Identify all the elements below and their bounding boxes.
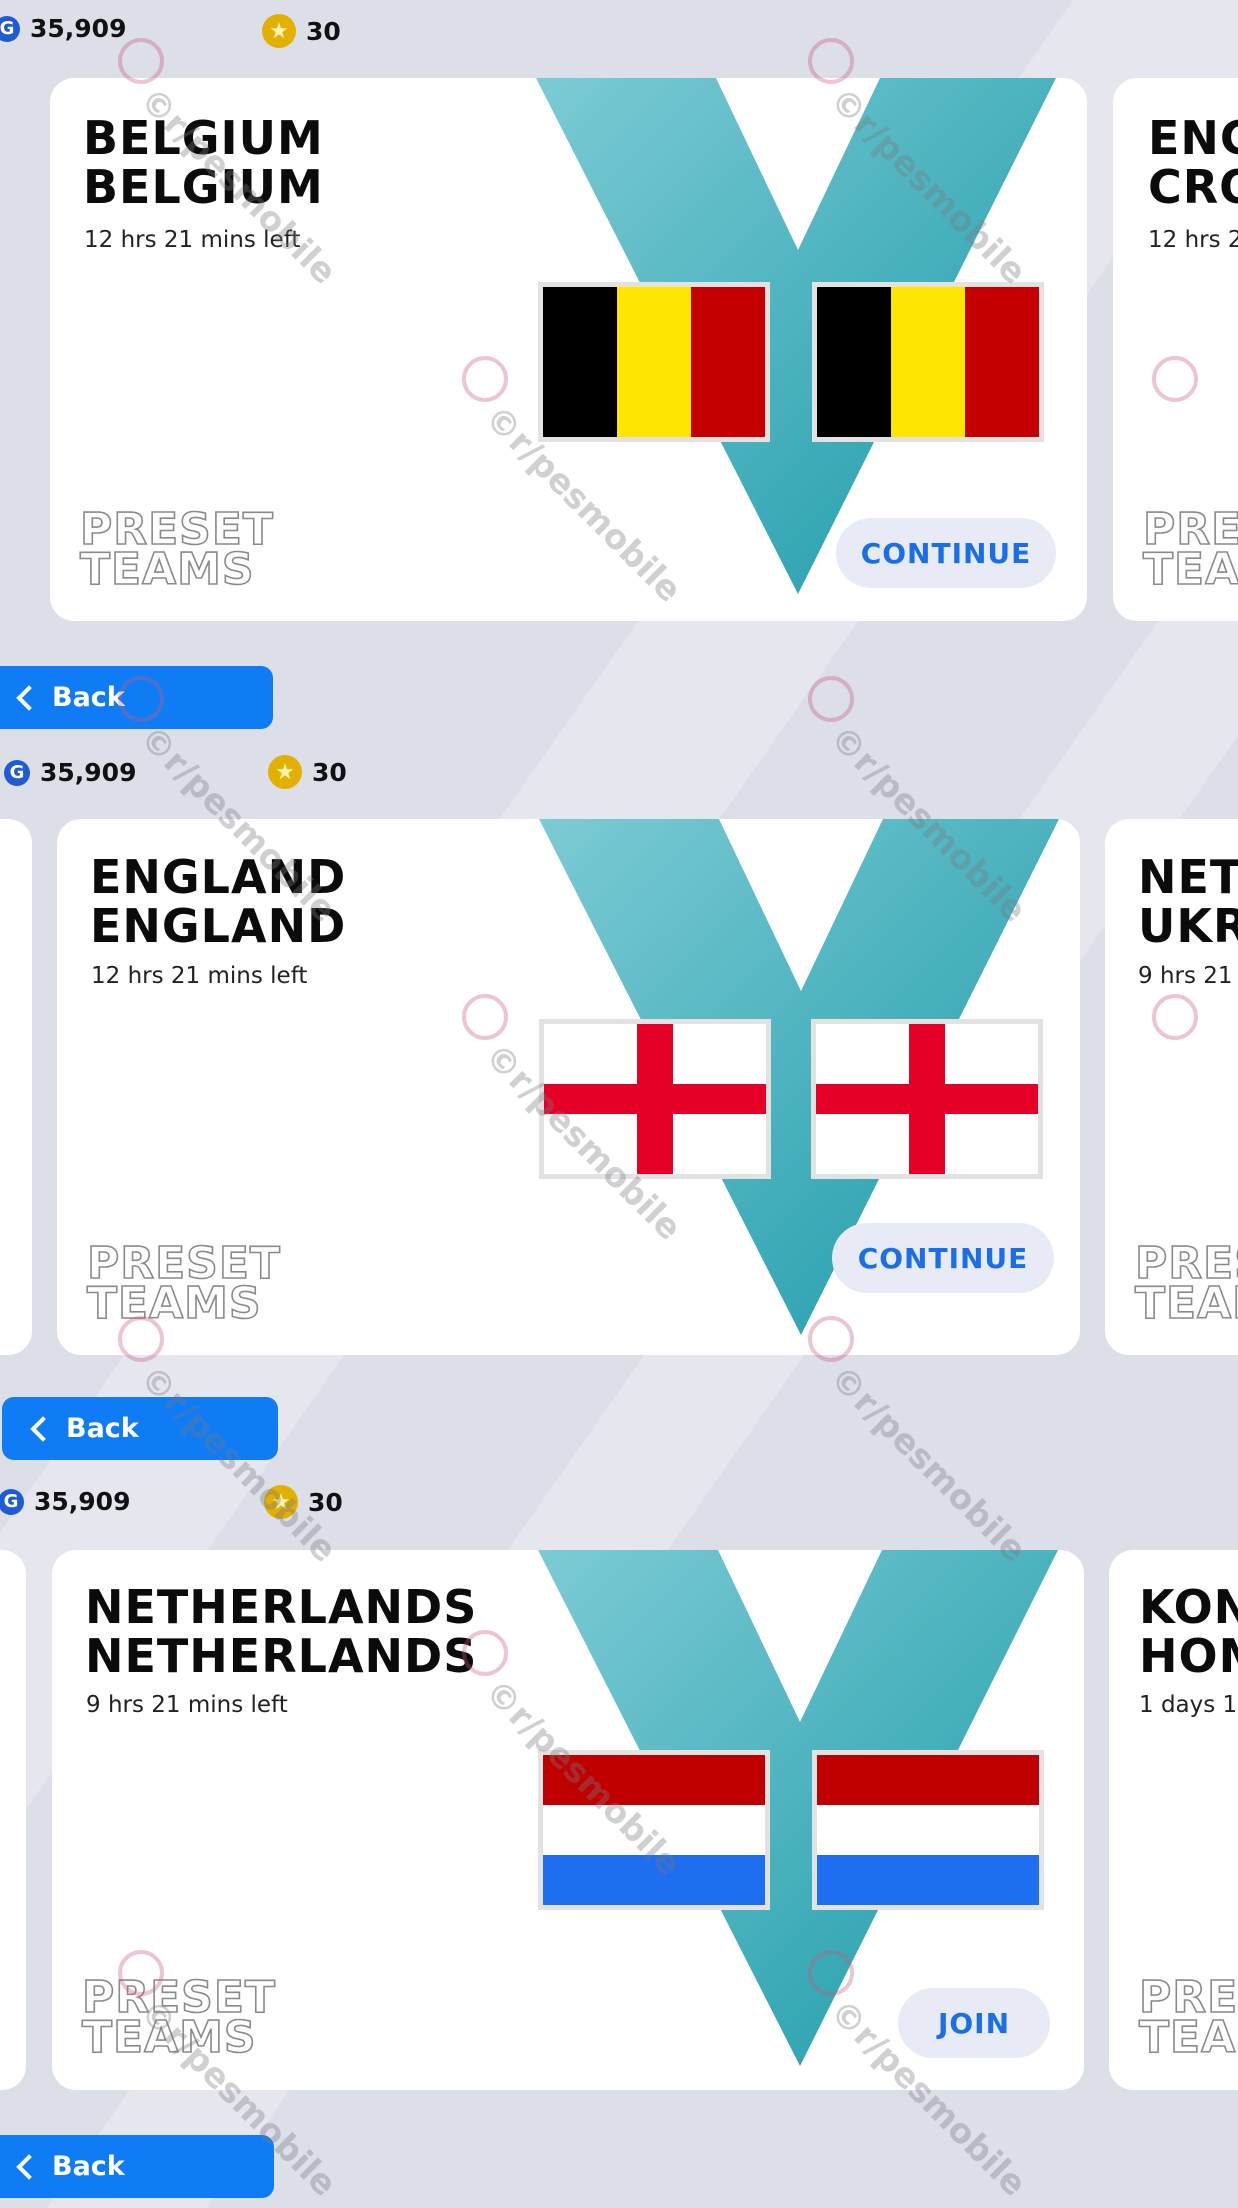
panel-2: G 35,909 ★ 30 ENGLAND ENGLAND 12 hrs 21 …: [0, 735, 1238, 1467]
prev-event-card[interactable]: [0, 819, 32, 1355]
next-card-title: KON HOM: [1139, 1580, 1238, 1683]
coin-icon: ★: [262, 14, 296, 48]
next-preset-teams-label: PRESET TEAMS: [1138, 1975, 1238, 2063]
event-card[interactable]: NETHERLANDS NETHERLANDS 9 hrs 21 mins le…: [52, 1550, 1084, 2090]
next-card-title: NETI UKR/: [1138, 850, 1238, 953]
chevron-left-icon: [16, 2153, 42, 2180]
watermark-logo-icon: [462, 1630, 508, 1676]
watermark-logo-icon: [462, 356, 508, 402]
watermark-logo-icon: [808, 1316, 854, 1362]
continue-button[interactable]: CONTINUE: [832, 1223, 1054, 1293]
gp-amount: 35,909: [40, 758, 137, 787]
flag-away-england: [811, 1019, 1043, 1179]
gp-amount: 35,909: [30, 14, 127, 43]
back-label: Back: [52, 2151, 125, 2182]
watermark-logo-icon: [118, 1950, 164, 1996]
next-event-card[interactable]: KON HOM 1 days 1 PRESET TEAMS: [1109, 1550, 1238, 2090]
next-card-time: 9 hrs 21: [1138, 963, 1233, 989]
chevron-left-icon: [16, 684, 42, 711]
back-label: Back: [52, 682, 125, 713]
preset-teams-label: PRESET TEAMS: [86, 1241, 281, 1329]
watermark-logo-icon: [118, 676, 164, 722]
coin-bar: ★ 30: [268, 755, 347, 789]
next-preset-line-2: TEAMS: [1134, 1278, 1238, 1329]
next-event-card[interactable]: NETI UKR/ 9 hrs 21 PRESET TEAMS: [1105, 819, 1238, 1355]
continue-button[interactable]: CONTINUE: [836, 518, 1056, 588]
next-card-title: ENG CRO: [1148, 111, 1238, 214]
coin-icon: ★: [268, 755, 302, 789]
gp-icon: G: [0, 1488, 24, 1515]
time-left: 9 hrs 21 mins left: [86, 1692, 288, 1718]
next-preset-teams-label: PRESET TEAMS: [1142, 507, 1238, 595]
preset-line-2: TEAMS: [86, 1278, 262, 1329]
prev-event-card[interactable]: [0, 1550, 26, 2090]
next-event-card[interactable]: ENG CRO 12 hrs 2 PRESET TEAMS: [1113, 78, 1238, 621]
watermark-logo-icon: [1152, 356, 1198, 402]
next-card-time: 12 hrs 2: [1148, 227, 1238, 253]
next-preset-line-2: TEAMS: [1138, 2012, 1238, 2063]
flag-away-netherlands: [812, 1750, 1044, 1910]
flag-home-belgium: [538, 282, 770, 442]
currency-bar: G 35,909: [0, 1487, 130, 1516]
currency-bar: G 35,909: [0, 14, 126, 43]
coin-bar: ★ 30: [262, 14, 341, 48]
preset-line-2: TEAMS: [79, 544, 255, 595]
preset-teams-label: PRESET TEAMS: [79, 507, 274, 595]
watermark-logo-icon: [118, 1316, 164, 1362]
time-left: 12 hrs 21 mins left: [91, 963, 308, 989]
join-button[interactable]: JOIN: [898, 1988, 1050, 2058]
back-button[interactable]: Back: [0, 2135, 274, 2198]
gp-amount: 35,909: [34, 1487, 131, 1516]
coin-amount: 30: [306, 16, 341, 46]
gp-icon: G: [4, 759, 30, 786]
watermark-logo-icon: [808, 38, 854, 84]
next-preset-teams-label: PRESET TEAMS: [1134, 1241, 1238, 1329]
watermark-logo-icon: [462, 994, 508, 1040]
gp-icon: G: [0, 15, 20, 42]
currency-bar: G 35,909: [4, 758, 136, 787]
coin-amount: 30: [312, 757, 347, 787]
watermark-logo-icon: [808, 1950, 854, 1996]
watermark-logo-icon: [118, 38, 164, 84]
back-label: Back: [66, 1413, 139, 1444]
watermark-logo-icon: [1152, 994, 1198, 1040]
event-card[interactable]: ENGLAND ENGLAND 12 hrs 21 mins left PRES…: [57, 819, 1080, 1355]
next-preset-line-2: TEAMS: [1142, 544, 1238, 595]
chevron-left-icon: [30, 1415, 56, 1442]
flag-away-belgium: [812, 282, 1044, 442]
card-title: NETHERLANDS NETHERLANDS: [85, 1580, 478, 1683]
next-card-time: 1 days 1: [1139, 1692, 1238, 1718]
watermark-logo-icon: [808, 676, 854, 722]
